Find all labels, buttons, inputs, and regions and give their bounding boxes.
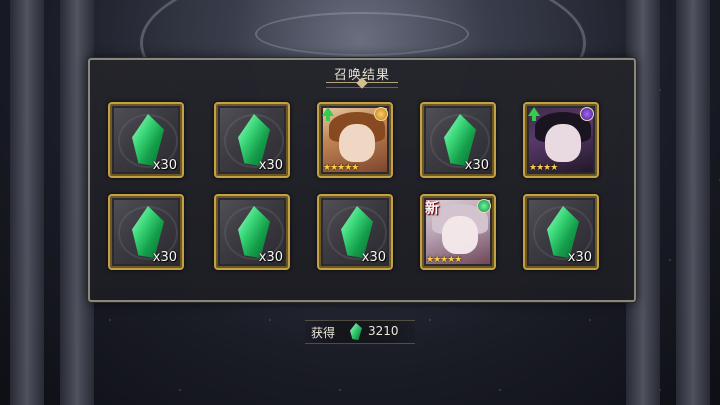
obtained-value: 3210 — [368, 324, 399, 338]
obtained-label: 获得 — [311, 326, 336, 340]
pillar-left-outer — [10, 0, 44, 405]
result-slot-6[interactable]: x30 — [108, 194, 184, 270]
result-slot-9-character[interactable]: 新 ★★★★★ — [420, 194, 496, 270]
obtained-summary: 获得 3210 — [305, 320, 415, 344]
result-slot-10[interactable]: x30 — [523, 194, 599, 270]
character-portrait — [442, 216, 478, 254]
item-quantity: x30 — [464, 158, 489, 173]
item-quantity: x30 — [152, 158, 177, 173]
character-portrait — [545, 124, 581, 162]
result-slot-2[interactable]: x30 — [214, 102, 290, 178]
crystal-icon — [350, 323, 362, 340]
sun-element-icon — [374, 107, 388, 121]
new-badge: 新 — [425, 201, 439, 217]
item-quantity: x30 — [567, 250, 592, 265]
item-quantity: x30 — [152, 250, 177, 265]
pillar-right-outer — [676, 0, 710, 405]
upgrade-arrow-icon — [322, 107, 334, 121]
item-quantity: x30 — [258, 250, 283, 265]
character-portrait — [339, 124, 375, 162]
result-slot-7[interactable]: x30 — [214, 194, 290, 270]
wind-element-icon — [477, 199, 491, 213]
result-slot-3-character[interactable]: ★★★★★ — [317, 102, 393, 178]
result-slot-5-character[interactable]: ★★★★ — [523, 102, 599, 178]
result-slot-1[interactable]: x30 — [108, 102, 184, 178]
rarity-stars: ★★★★★ — [426, 255, 462, 265]
rarity-stars: ★★★★★ — [323, 163, 359, 173]
title-ornament — [326, 82, 398, 88]
dome-ring — [255, 12, 469, 56]
summon-results-panel: 召唤结果 x30 x30 ★★★★★ x30 ★★★★ x30 x30 x30 … — [88, 58, 636, 302]
result-slot-4[interactable]: x30 — [420, 102, 496, 178]
upgrade-arrow-icon — [528, 107, 540, 121]
moon-element-icon — [580, 107, 594, 121]
result-slot-8[interactable]: x30 — [317, 194, 393, 270]
item-quantity: x30 — [258, 158, 283, 173]
item-quantity: x30 — [361, 250, 386, 265]
rarity-stars: ★★★★ — [529, 163, 558, 173]
